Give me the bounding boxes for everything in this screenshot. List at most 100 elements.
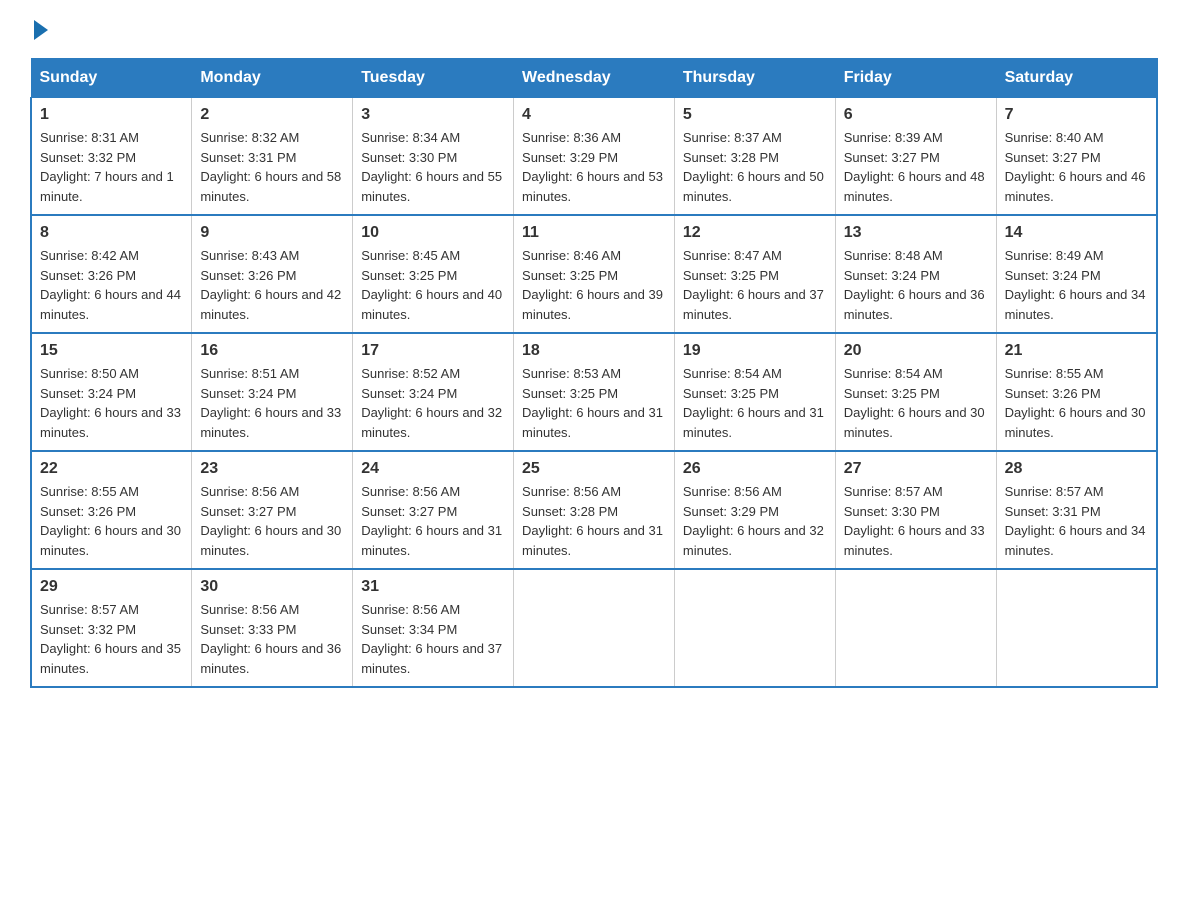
column-header-sunday: Sunday: [31, 59, 192, 98]
calendar-cell: 8 Sunrise: 8:42 AM Sunset: 3:26 PM Dayli…: [31, 215, 192, 333]
day-number: 28: [1005, 460, 1148, 478]
calendar-week-row: 22 Sunrise: 8:55 AM Sunset: 3:26 PM Dayl…: [31, 451, 1157, 569]
day-info: Sunrise: 8:53 AM Sunset: 3:25 PM Dayligh…: [522, 364, 666, 442]
column-header-monday: Monday: [192, 59, 353, 98]
calendar-cell: 26 Sunrise: 8:56 AM Sunset: 3:29 PM Dayl…: [674, 451, 835, 569]
calendar-cell: 19 Sunrise: 8:54 AM Sunset: 3:25 PM Dayl…: [674, 333, 835, 451]
day-info: Sunrise: 8:57 AM Sunset: 3:31 PM Dayligh…: [1005, 482, 1148, 560]
day-info: Sunrise: 8:34 AM Sunset: 3:30 PM Dayligh…: [361, 128, 505, 206]
day-number: 29: [40, 578, 183, 596]
day-info: Sunrise: 8:57 AM Sunset: 3:30 PM Dayligh…: [844, 482, 988, 560]
day-info: Sunrise: 8:56 AM Sunset: 3:33 PM Dayligh…: [200, 600, 344, 678]
day-info: Sunrise: 8:56 AM Sunset: 3:27 PM Dayligh…: [200, 482, 344, 560]
day-info: Sunrise: 8:40 AM Sunset: 3:27 PM Dayligh…: [1005, 128, 1148, 206]
day-info: Sunrise: 8:51 AM Sunset: 3:24 PM Dayligh…: [200, 364, 344, 442]
day-number: 7: [1005, 106, 1148, 124]
day-info: Sunrise: 8:32 AM Sunset: 3:31 PM Dayligh…: [200, 128, 344, 206]
day-info: Sunrise: 8:54 AM Sunset: 3:25 PM Dayligh…: [683, 364, 827, 442]
day-info: Sunrise: 8:54 AM Sunset: 3:25 PM Dayligh…: [844, 364, 988, 442]
calendar-cell: 13 Sunrise: 8:48 AM Sunset: 3:24 PM Dayl…: [835, 215, 996, 333]
day-number: 14: [1005, 224, 1148, 242]
logo-triangle-icon: [34, 20, 48, 40]
calendar-week-row: 29 Sunrise: 8:57 AM Sunset: 3:32 PM Dayl…: [31, 569, 1157, 687]
calendar-cell: [996, 569, 1157, 687]
day-number: 19: [683, 342, 827, 360]
calendar-header-row: SundayMondayTuesdayWednesdayThursdayFrid…: [31, 59, 1157, 98]
day-info: Sunrise: 8:56 AM Sunset: 3:34 PM Dayligh…: [361, 600, 505, 678]
day-info: Sunrise: 8:43 AM Sunset: 3:26 PM Dayligh…: [200, 246, 344, 324]
calendar-cell: 5 Sunrise: 8:37 AM Sunset: 3:28 PM Dayli…: [674, 98, 835, 216]
column-header-tuesday: Tuesday: [353, 59, 514, 98]
day-number: 13: [844, 224, 988, 242]
day-info: Sunrise: 8:50 AM Sunset: 3:24 PM Dayligh…: [40, 364, 183, 442]
calendar-cell: 4 Sunrise: 8:36 AM Sunset: 3:29 PM Dayli…: [514, 98, 675, 216]
day-number: 31: [361, 578, 505, 596]
page-header: [30, 20, 1158, 40]
day-info: Sunrise: 8:56 AM Sunset: 3:27 PM Dayligh…: [361, 482, 505, 560]
calendar-cell: 23 Sunrise: 8:56 AM Sunset: 3:27 PM Dayl…: [192, 451, 353, 569]
day-number: 11: [522, 224, 666, 242]
calendar-cell: 6 Sunrise: 8:39 AM Sunset: 3:27 PM Dayli…: [835, 98, 996, 216]
calendar-cell: 18 Sunrise: 8:53 AM Sunset: 3:25 PM Dayl…: [514, 333, 675, 451]
calendar-cell: 16 Sunrise: 8:51 AM Sunset: 3:24 PM Dayl…: [192, 333, 353, 451]
day-info: Sunrise: 8:36 AM Sunset: 3:29 PM Dayligh…: [522, 128, 666, 206]
day-info: Sunrise: 8:49 AM Sunset: 3:24 PM Dayligh…: [1005, 246, 1148, 324]
column-header-wednesday: Wednesday: [514, 59, 675, 98]
day-number: 1: [40, 106, 183, 124]
calendar-cell: 28 Sunrise: 8:57 AM Sunset: 3:31 PM Dayl…: [996, 451, 1157, 569]
day-info: Sunrise: 8:37 AM Sunset: 3:28 PM Dayligh…: [683, 128, 827, 206]
day-info: Sunrise: 8:31 AM Sunset: 3:32 PM Dayligh…: [40, 128, 183, 206]
day-info: Sunrise: 8:45 AM Sunset: 3:25 PM Dayligh…: [361, 246, 505, 324]
day-number: 20: [844, 342, 988, 360]
day-number: 9: [200, 224, 344, 242]
day-number: 22: [40, 460, 183, 478]
day-info: Sunrise: 8:52 AM Sunset: 3:24 PM Dayligh…: [361, 364, 505, 442]
day-number: 6: [844, 106, 988, 124]
column-header-saturday: Saturday: [996, 59, 1157, 98]
day-number: 16: [200, 342, 344, 360]
day-info: Sunrise: 8:47 AM Sunset: 3:25 PM Dayligh…: [683, 246, 827, 324]
calendar-cell: 12 Sunrise: 8:47 AM Sunset: 3:25 PM Dayl…: [674, 215, 835, 333]
day-number: 4: [522, 106, 666, 124]
day-number: 17: [361, 342, 505, 360]
calendar-cell: 9 Sunrise: 8:43 AM Sunset: 3:26 PM Dayli…: [192, 215, 353, 333]
calendar-week-row: 15 Sunrise: 8:50 AM Sunset: 3:24 PM Dayl…: [31, 333, 1157, 451]
calendar-cell: 10 Sunrise: 8:45 AM Sunset: 3:25 PM Dayl…: [353, 215, 514, 333]
day-number: 10: [361, 224, 505, 242]
day-info: Sunrise: 8:55 AM Sunset: 3:26 PM Dayligh…: [40, 482, 183, 560]
calendar-cell: 14 Sunrise: 8:49 AM Sunset: 3:24 PM Dayl…: [996, 215, 1157, 333]
day-number: 24: [361, 460, 505, 478]
calendar-cell: 7 Sunrise: 8:40 AM Sunset: 3:27 PM Dayli…: [996, 98, 1157, 216]
calendar-cell: 15 Sunrise: 8:50 AM Sunset: 3:24 PM Dayl…: [31, 333, 192, 451]
day-info: Sunrise: 8:55 AM Sunset: 3:26 PM Dayligh…: [1005, 364, 1148, 442]
calendar-cell: 17 Sunrise: 8:52 AM Sunset: 3:24 PM Dayl…: [353, 333, 514, 451]
day-number: 5: [683, 106, 827, 124]
column-header-friday: Friday: [835, 59, 996, 98]
day-number: 18: [522, 342, 666, 360]
day-number: 27: [844, 460, 988, 478]
day-number: 25: [522, 460, 666, 478]
day-info: Sunrise: 8:42 AM Sunset: 3:26 PM Dayligh…: [40, 246, 183, 324]
day-info: Sunrise: 8:48 AM Sunset: 3:24 PM Dayligh…: [844, 246, 988, 324]
calendar-cell: 31 Sunrise: 8:56 AM Sunset: 3:34 PM Dayl…: [353, 569, 514, 687]
day-number: 12: [683, 224, 827, 242]
day-info: Sunrise: 8:57 AM Sunset: 3:32 PM Dayligh…: [40, 600, 183, 678]
logo: [30, 20, 48, 40]
calendar-week-row: 1 Sunrise: 8:31 AM Sunset: 3:32 PM Dayli…: [31, 98, 1157, 216]
day-number: 15: [40, 342, 183, 360]
calendar-cell: 11 Sunrise: 8:46 AM Sunset: 3:25 PM Dayl…: [514, 215, 675, 333]
calendar-cell: 27 Sunrise: 8:57 AM Sunset: 3:30 PM Dayl…: [835, 451, 996, 569]
day-number: 2: [200, 106, 344, 124]
calendar-week-row: 8 Sunrise: 8:42 AM Sunset: 3:26 PM Dayli…: [31, 215, 1157, 333]
calendar-cell: [674, 569, 835, 687]
calendar-cell: 24 Sunrise: 8:56 AM Sunset: 3:27 PM Dayl…: [353, 451, 514, 569]
calendar-cell: [514, 569, 675, 687]
day-number: 30: [200, 578, 344, 596]
calendar-cell: [835, 569, 996, 687]
day-number: 3: [361, 106, 505, 124]
calendar-cell: 21 Sunrise: 8:55 AM Sunset: 3:26 PM Dayl…: [996, 333, 1157, 451]
day-number: 23: [200, 460, 344, 478]
calendar-cell: 22 Sunrise: 8:55 AM Sunset: 3:26 PM Dayl…: [31, 451, 192, 569]
calendar-table: SundayMondayTuesdayWednesdayThursdayFrid…: [30, 58, 1158, 688]
calendar-cell: 3 Sunrise: 8:34 AM Sunset: 3:30 PM Dayli…: [353, 98, 514, 216]
